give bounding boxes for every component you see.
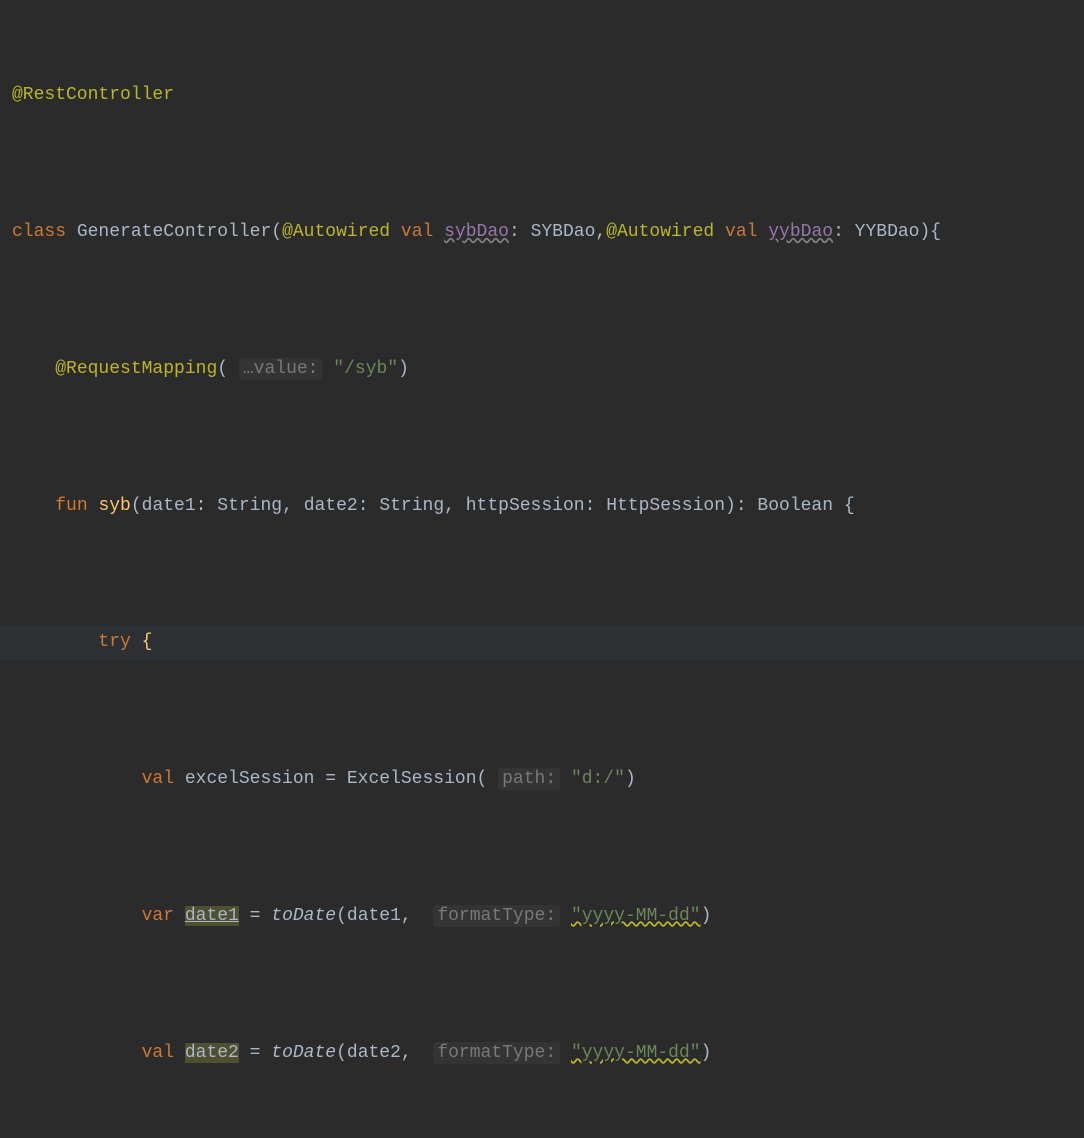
keyword: val (401, 222, 433, 242)
brace: { (142, 632, 153, 652)
param-hint: path: (498, 768, 560, 790)
type: HttpSession (606, 496, 725, 516)
param-hint: formatType: (433, 905, 560, 927)
code-editor[interactable]: @RestController class GenerateController… (0, 0, 1084, 1138)
string: "yyyy-MM-dd" (571, 906, 701, 926)
variable-date2: date2 (185, 1043, 239, 1063)
string: "d:/" (571, 769, 625, 789)
param-hint: …value: (239, 358, 323, 380)
keyword: var (142, 906, 174, 926)
function-name: syb (98, 496, 130, 516)
string: "yyyy-MM-dd" (571, 1043, 701, 1063)
type: YYBDao (855, 222, 920, 242)
annotation: @Autowired (606, 222, 714, 242)
variable: excelSession (185, 769, 315, 789)
call: ExcelSession (347, 769, 477, 789)
code-line[interactable]: fun syb(date1: String, date2: String, ht… (0, 489, 1084, 523)
code-line[interactable]: @RequestMapping( …value: "/syb") (0, 352, 1084, 386)
keyword: val (725, 222, 757, 242)
code-line[interactable]: var date1 = toDate(date1, formatType: "y… (0, 899, 1084, 933)
param-yybdao: yybDao (768, 222, 833, 242)
type: Boolean (757, 496, 833, 516)
code-line[interactable]: val excelSession = ExcelSession( path: "… (0, 762, 1084, 796)
arg: date2 (347, 1043, 401, 1063)
variable-date1: date1 (185, 906, 239, 926)
keyword: try (98, 632, 130, 652)
type: String (379, 496, 444, 516)
code-line[interactable]: class GenerateController(@Autowired val … (0, 215, 1084, 249)
keyword: val (142, 1043, 174, 1063)
code-line[interactable]: val date2 = toDate(date2, formatType: "y… (0, 1036, 1084, 1070)
string: "/syb" (333, 359, 398, 379)
annotation: @RestController (12, 85, 174, 105)
code-line-active[interactable]: try { (0, 625, 1084, 659)
keyword: class (12, 222, 66, 242)
code-line[interactable]: @RestController (0, 78, 1084, 112)
annotation: @Autowired (282, 222, 390, 242)
call: toDate (271, 1043, 336, 1063)
keyword: val (142, 769, 174, 789)
call: toDate (271, 906, 336, 926)
param: date1 (142, 496, 196, 516)
param: httpSession (466, 496, 585, 516)
param-sybdao: sybDao (444, 222, 509, 242)
class-name: GenerateController (77, 222, 271, 242)
annotation: @RequestMapping (55, 359, 217, 379)
arg: date1 (347, 906, 401, 926)
type: String (217, 496, 282, 516)
param: date2 (304, 496, 358, 516)
keyword: fun (55, 496, 87, 516)
type: SYBDao (531, 222, 596, 242)
param-hint: formatType: (433, 1042, 560, 1064)
